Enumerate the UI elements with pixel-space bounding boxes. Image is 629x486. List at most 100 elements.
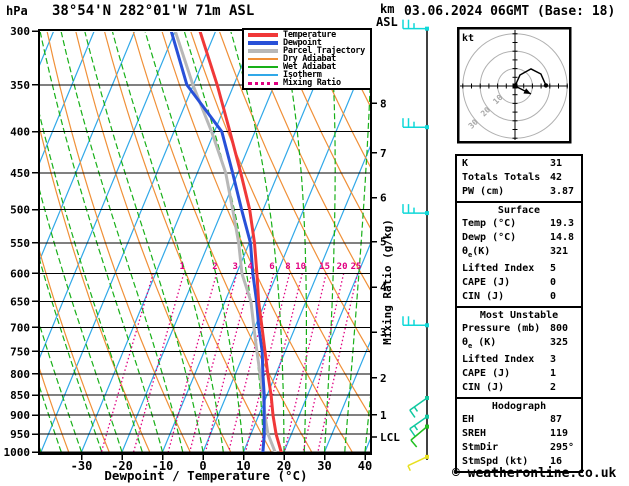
- svg-text:8: 8: [285, 262, 290, 272]
- table-row-value: 2: [550, 381, 556, 395]
- hodograph-ring-label: 20: [479, 105, 492, 118]
- svg-text:350: 350: [10, 79, 30, 92]
- table-row: CAPE (J)0: [457, 276, 581, 290]
- sounding-app: hPa 38°54'N 282°01'W 71m ASL km ASL 03.0…: [0, 0, 629, 486]
- svg-text:550: 550: [10, 237, 30, 250]
- svg-text:850: 850: [10, 389, 30, 402]
- svg-text:6: 6: [380, 192, 387, 205]
- table-row: CIN (J)0: [457, 290, 581, 304]
- table-row-label: Pressure (mb): [462, 322, 550, 336]
- table-row: Dewp (°C)14.8: [457, 231, 581, 245]
- table-row-value: 14.8: [550, 231, 574, 245]
- svg-text:950: 950: [10, 428, 30, 441]
- svg-text:8: 8: [380, 97, 387, 110]
- table-row-value: 3.87: [550, 185, 574, 199]
- svg-text:300: 300: [10, 25, 30, 38]
- legend-swatch: [248, 33, 278, 37]
- table-row-label: θe(K): [462, 245, 550, 262]
- table-row-label: EH: [462, 413, 550, 427]
- svg-text:10: 10: [295, 262, 306, 272]
- table-row-label: θe (K): [462, 336, 550, 353]
- hodograph-ring-label: 30: [467, 117, 480, 130]
- svg-text:3: 3: [232, 262, 237, 272]
- table-row-value: 42: [550, 171, 562, 185]
- skewt-plot: 1234681015202530035040045050055060065070…: [0, 0, 450, 486]
- table-row-label: PW (cm): [462, 185, 550, 199]
- lcl-label: LCL: [380, 431, 400, 444]
- stats-panel: K31Totals Totals42PW (cm)3.87SurfaceTemp…: [455, 154, 583, 473]
- legend-swatch: [248, 58, 278, 60]
- svg-text:25: 25: [351, 262, 362, 272]
- footer-copyright: © weatheronline.co.uk: [452, 466, 616, 481]
- mixing-ratio-axis-label: Mixing Ratio (g/kg): [381, 219, 394, 345]
- table-row-label: Lifted Index: [462, 353, 550, 367]
- svg-text:6: 6: [269, 262, 274, 272]
- svg-text:500: 500: [10, 204, 30, 217]
- table-row: CIN (J)2: [457, 381, 581, 395]
- hodograph-unit-label: kt: [462, 33, 474, 44]
- svg-text:-30: -30: [71, 459, 93, 473]
- hodograph-panel: 102030 kt: [450, 20, 629, 150]
- table-row-label: K: [462, 157, 550, 171]
- x-axis-label: Dewpoint / Temperature (°C): [104, 468, 307, 483]
- table-row: θe (K)325: [457, 336, 581, 353]
- legend-swatch: [248, 82, 278, 85]
- table-row: StmDir295°: [457, 441, 581, 455]
- table-row-value: 325: [550, 336, 568, 353]
- svg-text:2: 2: [380, 372, 387, 385]
- dewpoint-curve: [171, 31, 264, 452]
- temperature-axis: -30-20-10010203040Dewpoint / Temperature…: [71, 455, 373, 483]
- svg-text:20: 20: [337, 262, 348, 272]
- table-row-label: CAPE (J): [462, 367, 550, 381]
- table-row-value: 87: [550, 413, 562, 427]
- table-title: Surface: [457, 204, 581, 217]
- legend: TemperatureDewpointParcel TrajectoryDry …: [242, 28, 372, 90]
- stats-table: HodographEH87SREH119StmDir295°StmSpd (kt…: [455, 397, 583, 473]
- table-row: Pressure (mb)800: [457, 322, 581, 336]
- svg-text:650: 650: [10, 295, 30, 308]
- legend-swatch: [248, 74, 278, 76]
- plot-border: [39, 30, 371, 454]
- table-row-value: 1: [550, 367, 556, 381]
- table-row-value: 119: [550, 427, 568, 441]
- hodograph-ring-label: 10: [491, 93, 504, 106]
- table-title: Hodograph: [457, 400, 581, 413]
- table-row-value: 800: [550, 322, 568, 336]
- svg-text:750: 750: [10, 345, 30, 358]
- sounding-curves: [171, 31, 281, 452]
- table-row: Temp (°C)19.3: [457, 217, 581, 231]
- stats-table: Most UnstablePressure (mb)800θe (K)325Li…: [455, 306, 583, 399]
- svg-text:900: 900: [10, 409, 30, 422]
- table-row-label: Totals Totals: [462, 171, 550, 185]
- table-row: K31: [457, 157, 581, 171]
- table-row-label: CIN (J): [462, 381, 550, 395]
- legend-label: Mixing Ratio: [283, 79, 341, 87]
- stats-table: K31Totals Totals42PW (cm)3.87: [455, 154, 583, 203]
- table-row-value: 0: [550, 276, 556, 290]
- svg-text:600: 600: [10, 267, 30, 280]
- table-row: SREH119: [457, 427, 581, 441]
- table-row-label: CIN (J): [462, 290, 550, 304]
- table-title: Most Unstable: [457, 309, 581, 322]
- table-row-label: Lifted Index: [462, 262, 550, 276]
- legend-swatch: [248, 66, 278, 68]
- table-row-value: 321: [550, 245, 568, 262]
- legend-swatch: [248, 49, 278, 53]
- svg-text:30: 30: [317, 459, 331, 473]
- table-row-value: 31: [550, 157, 562, 171]
- svg-text:7: 7: [380, 147, 387, 160]
- svg-text:1: 1: [380, 409, 387, 422]
- table-row-label: StmDir: [462, 441, 550, 455]
- table-row-value: 0: [550, 290, 556, 304]
- table-row-value: 3: [550, 353, 556, 367]
- legend-swatch: [248, 41, 278, 45]
- pressure-axis: 3003504004505005506006507007508008509009…: [4, 25, 39, 459]
- wind-barb-column: [403, 20, 429, 471]
- table-row: CAPE (J)1: [457, 367, 581, 381]
- svg-text:400: 400: [10, 126, 30, 139]
- svg-text:1: 1: [179, 262, 184, 272]
- svg-text:40: 40: [358, 459, 372, 473]
- legend-item: Mixing Ratio: [248, 79, 368, 87]
- table-row-value: 19.3: [550, 217, 574, 231]
- table-row-label: Temp (°C): [462, 217, 550, 231]
